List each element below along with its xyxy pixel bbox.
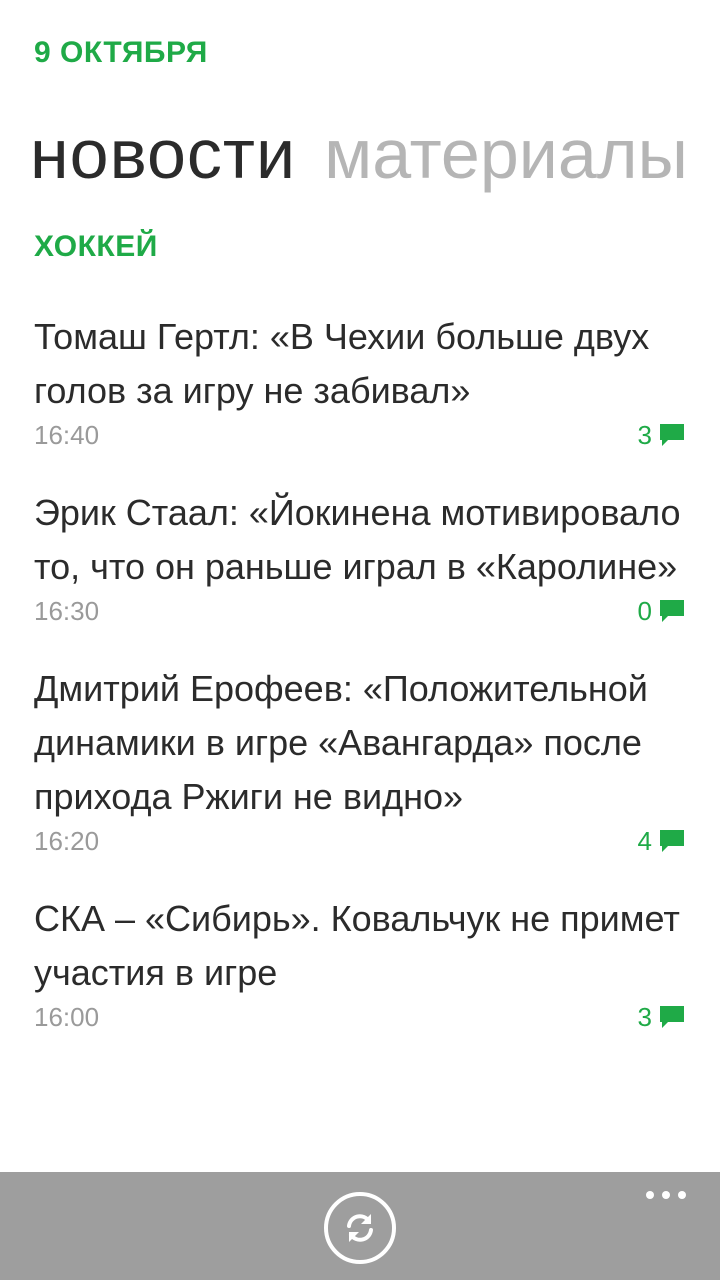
news-time: 16:00 <box>34 1002 100 1032</box>
news-item[interactable]: Томаш Гертл: «В Чехии больше двух голов … <box>0 310 720 458</box>
app-bar <box>0 1172 720 1280</box>
comment-icon <box>660 1006 684 1028</box>
pivot-tab-news[interactable]: новости <box>30 104 296 204</box>
comments-count-value: 4 <box>637 826 652 856</box>
news-title: Эрик Стаал: «Йокинена мотивировало то, ч… <box>34 492 681 587</box>
comments-count-value: 3 <box>637 1002 652 1032</box>
comments-count[interactable]: 3 <box>638 418 686 452</box>
news-time: 16:30 <box>34 596 100 626</box>
comments-count-value: 3 <box>637 420 652 450</box>
comments-count[interactable]: 0 <box>638 594 686 628</box>
news-item[interactable]: СКА – «Сибирь». Ковальчук не примет учас… <box>0 892 720 1040</box>
comment-icon <box>660 830 684 852</box>
news-item[interactable]: Эрик Стаал: «Йокинена мотивировало то, ч… <box>0 486 720 634</box>
news-time: 16:40 <box>34 420 100 450</box>
news-title: СКА – «Сибирь». Ковальчук не примет учас… <box>34 898 680 993</box>
date-label: 9 ОКТЯБРЯ <box>34 36 208 69</box>
news-title: Томаш Гертл: «В Чехии больше двух голов … <box>34 316 650 411</box>
more-button[interactable] <box>646 1190 686 1200</box>
news-meta: 16:30 0 <box>34 594 686 634</box>
news-meta: 16:40 3 <box>34 418 686 458</box>
comment-icon <box>660 424 684 446</box>
news-list: Томаш Гертл: «В Чехии больше двух голов … <box>0 310 720 1068</box>
more-icon <box>646 1191 654 1199</box>
news-screen: 9 ОКТЯБРЯ новости материалы ХОККЕЙ Томаш … <box>0 0 720 1280</box>
refresh-button[interactable] <box>324 1192 396 1264</box>
news-title: Дмитрий Ерофеев: «Положительной динамики… <box>34 668 648 817</box>
comments-count[interactable]: 4 <box>638 824 686 858</box>
pivot-header: новости материалы <box>30 104 688 204</box>
comments-count[interactable]: 3 <box>638 1000 686 1034</box>
more-icon <box>678 1191 686 1199</box>
news-meta: 16:00 3 <box>34 1000 686 1040</box>
comments-count-value: 0 <box>637 596 652 626</box>
comment-icon <box>660 600 684 622</box>
news-time: 16:20 <box>34 826 100 856</box>
more-icon <box>662 1191 670 1199</box>
news-meta: 16:20 4 <box>34 824 686 864</box>
news-item[interactable]: Дмитрий Ерофеев: «Положительной динамики… <box>0 662 720 864</box>
section-title: ХОККЕЙ <box>34 230 158 263</box>
pivot-tab-materials[interactable]: материалы <box>324 104 688 204</box>
refresh-icon <box>347 1214 373 1242</box>
